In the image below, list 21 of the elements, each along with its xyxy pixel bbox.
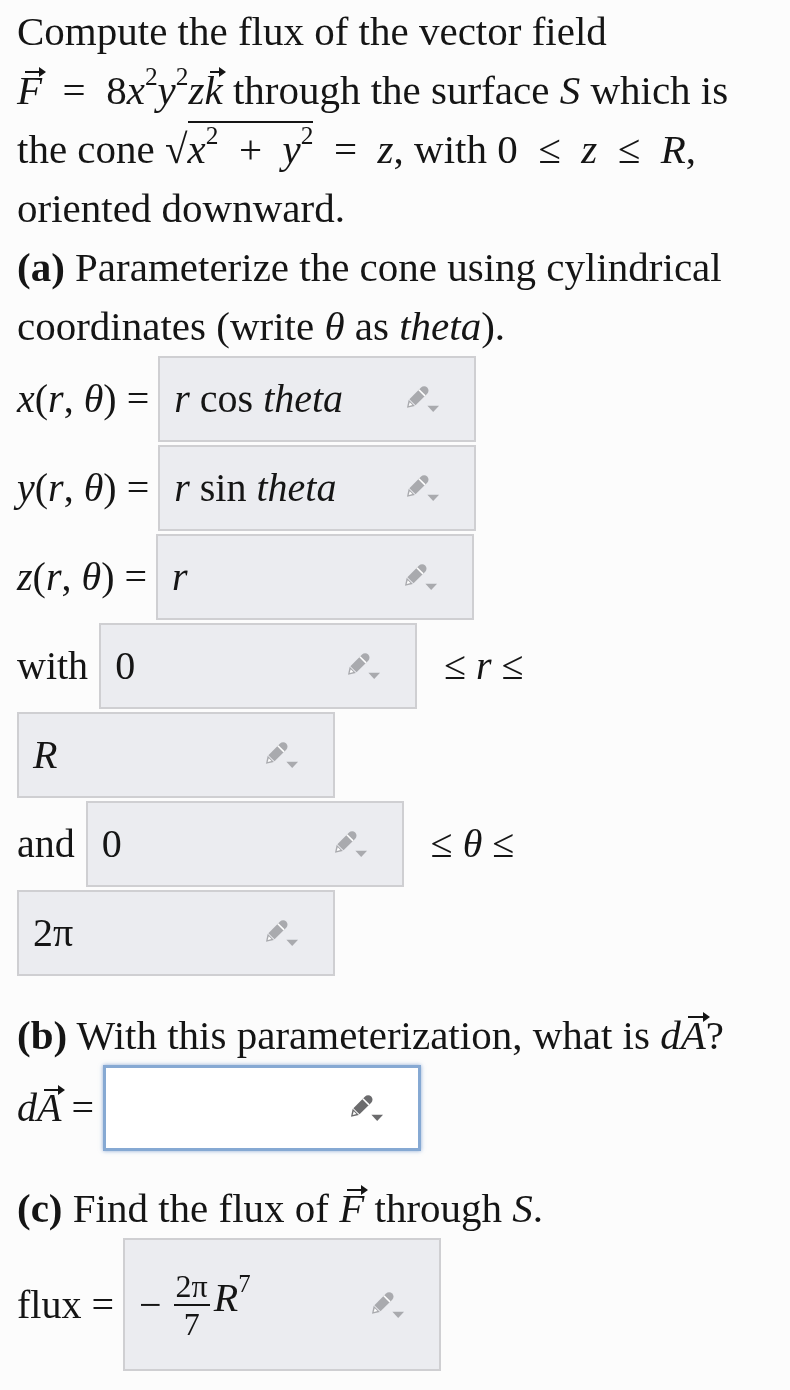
answer-field[interactable]: 2π (17, 890, 335, 976)
pencil-icon[interactable] (350, 1094, 384, 1122)
question-text: (a) Parameterize the cone using cylindrical coordinates (write θ as theta). (17, 243, 723, 351)
answer-field[interactable]: r cos theta (158, 356, 477, 442)
inequality-text: ≤ θ ≤ (430, 821, 515, 867)
connector-text: and (17, 821, 75, 867)
question-text: (c) Find the flux of F through S. (17, 1184, 545, 1233)
equation-label: flux = (17, 1281, 114, 1328)
answer-field[interactable]: r (156, 534, 475, 620)
connector-text: with (17, 643, 89, 689)
answer-field[interactable]: 0 (85, 801, 404, 887)
answer-field[interactable]: r sin theta (158, 445, 477, 531)
inequality-text: ≤ r ≤ (444, 643, 524, 689)
equation-label: z(r, θ) = (17, 554, 148, 600)
equation-label: x(r, θ) = (17, 376, 150, 422)
problem-statement: Compute the flux of the vector field F = 8x$^{2}$y$^{2}$zk through the surface S which is the cone √x$^{2}$ + y$^{2}$ = z, with 0 ≤ z ≤ R, oriented downward. (17, 7, 730, 233)
equation-label: dA = (17, 1085, 94, 1131)
answer-field[interactable] (103, 1065, 421, 1151)
question-text: (b) With this parameterization, what is dA? (17, 1011, 725, 1060)
answer-field[interactable]: 0 (99, 623, 418, 709)
answer-field[interactable]: R (17, 712, 335, 798)
